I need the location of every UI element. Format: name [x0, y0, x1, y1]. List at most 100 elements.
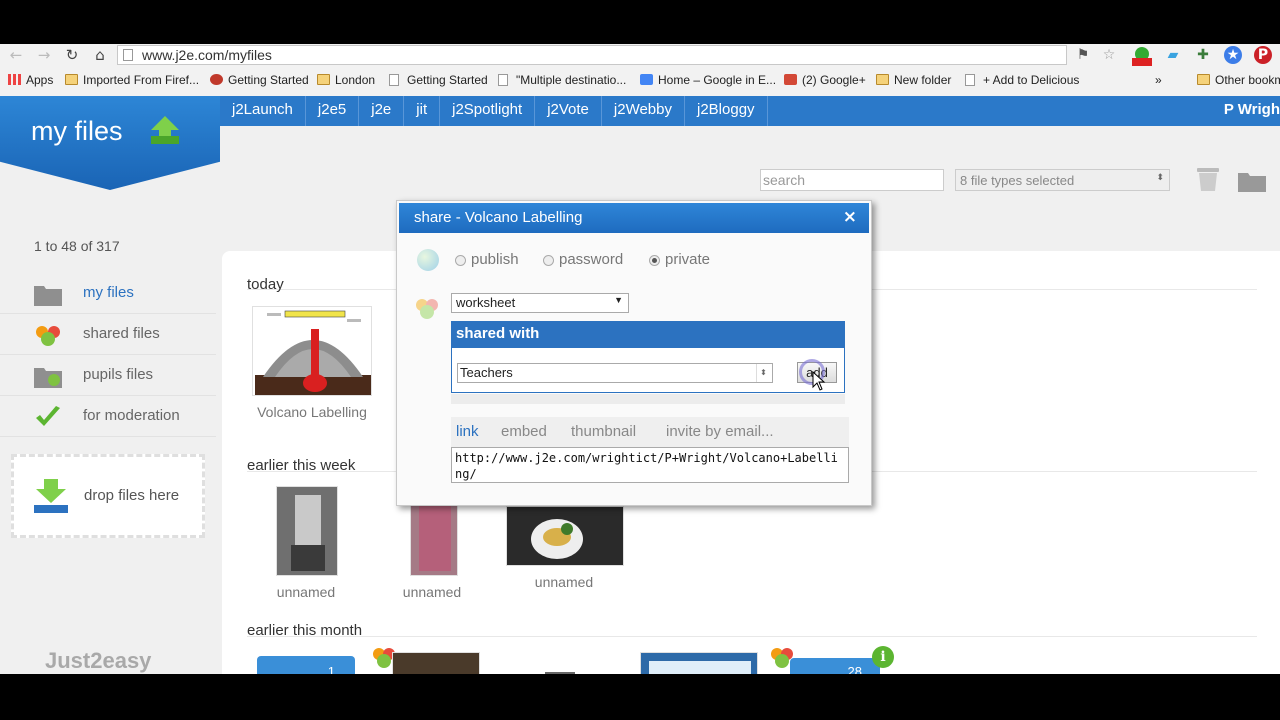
- my-files-banner[interactable]: my files: [0, 96, 220, 190]
- label-private[interactable]: private: [665, 251, 710, 268]
- star-icon[interactable]: ☆: [1100, 46, 1118, 64]
- bookmark-getting-started[interactable]: Getting Started: [210, 72, 309, 88]
- mouse-cursor-icon: [812, 371, 826, 391]
- flag-icon[interactable]: ⚑: [1074, 46, 1092, 64]
- bookmark-delicious[interactable]: + Add to Delicious: [965, 72, 1079, 88]
- url-text: www.j2e.com/myfiles: [142, 47, 272, 63]
- folder-thumbnail-1[interactable]: 1: [257, 656, 355, 674]
- apps-icon: [8, 74, 21, 85]
- star-circle-icon[interactable]: ★: [1224, 46, 1242, 64]
- search-input[interactable]: search: [760, 169, 944, 191]
- bookmark-london[interactable]: London: [317, 72, 375, 88]
- j2e-page: j2Launch j2e5 j2e jit j2Spotlight j2Vote…: [0, 96, 1280, 674]
- radio-password[interactable]: [543, 255, 554, 266]
- file-name-unnamed-3[interactable]: unnamed: [524, 574, 604, 590]
- bookmark-multiple-destinations[interactable]: "Multiple destinatio...: [498, 72, 626, 88]
- sidebar-item-shared-files[interactable]: shared files: [0, 315, 216, 355]
- group-icon: [416, 299, 438, 319]
- forward-icon[interactable]: →: [34, 45, 54, 65]
- volcano-thumbnail[interactable]: [252, 306, 372, 396]
- blender-thumbnail[interactable]: [276, 486, 338, 576]
- sidebar-item-my-files[interactable]: my files: [0, 274, 216, 314]
- folder-count-1: 1: [327, 664, 335, 674]
- label-password[interactable]: password: [559, 251, 623, 268]
- bookmark-google-plus[interactable]: (2) Google+: [784, 72, 866, 88]
- share-tabs: link embed thumbnail invite by email...: [451, 417, 849, 447]
- address-bar[interactable]: www.j2e.com/myfiles: [117, 45, 1067, 65]
- shared-with-header: shared with: [452, 322, 844, 348]
- bookmark-imported[interactable]: Imported From Firef...: [65, 72, 199, 88]
- label-publish[interactable]: publish: [471, 251, 519, 268]
- radio-private[interactable]: [649, 255, 660, 266]
- bookmark-google[interactable]: Home – Google in E...: [640, 72, 776, 88]
- nav-j2bloggy[interactable]: j2Bloggy: [685, 96, 768, 126]
- close-icon[interactable]: ×: [843, 207, 857, 227]
- sidebar-item-for-moderation[interactable]: for moderation: [0, 397, 216, 437]
- bookmark-other[interactable]: Other bookm: [1197, 72, 1280, 88]
- volcano-image: [253, 307, 371, 395]
- screenshot-thumbnail[interactable]: [640, 652, 758, 674]
- folder-icon: [1197, 74, 1210, 85]
- divider: [247, 636, 1257, 637]
- bookmark-new-folder[interactable]: New folder: [876, 72, 951, 88]
- bookmark-getting-started-2[interactable]: Getting Started: [389, 72, 488, 88]
- file-name-unnamed-2[interactable]: unnamed: [392, 584, 472, 600]
- browser-toolbar: ← → ↻ ⌂ www.j2e.com/myfiles ⚑ ☆ ▰ ✚ ★ P: [0, 44, 1280, 66]
- folder-icon: [317, 74, 330, 85]
- ladybird-icon: [210, 74, 223, 85]
- tab-link[interactable]: link: [456, 423, 479, 440]
- nav-jit[interactable]: jit: [404, 96, 441, 126]
- file-name-volcano[interactable]: Volcano Labelling: [252, 404, 372, 420]
- user-name[interactable]: P Wrigh: [1224, 96, 1280, 124]
- nav-j2vote[interactable]: j2Vote: [535, 96, 602, 126]
- screenshot-content: [649, 661, 751, 674]
- nav-j2spotlight[interactable]: j2Spotlight: [440, 96, 536, 126]
- trash-icon[interactable]: [1196, 166, 1220, 192]
- smoothie-thumbnail[interactable]: [410, 496, 458, 576]
- puzzle-icon[interactable]: ✚: [1194, 46, 1212, 64]
- nav-j2webby[interactable]: j2Webby: [602, 96, 685, 126]
- file-type-value: 8 file types selected: [960, 173, 1075, 188]
- file-type-select[interactable]: 8 file types selected ⬍: [955, 169, 1170, 191]
- bookmark-apps[interactable]: Apps: [8, 72, 53, 88]
- checkmark-icon: [36, 406, 60, 426]
- page-title: my files: [31, 116, 123, 146]
- group-select[interactable]: Teachers ⬍: [457, 363, 773, 383]
- nav-j2launch[interactable]: j2Launch: [220, 96, 306, 126]
- file-type-dropdown-value: worksheet: [456, 295, 516, 310]
- plate-thumbnail[interactable]: [506, 506, 624, 566]
- nav-j2e5[interactable]: j2e5: [306, 96, 360, 126]
- pinterest-icon[interactable]: P: [1254, 46, 1272, 64]
- radio-publish[interactable]: [455, 255, 466, 266]
- select-arrow-icon: ⬍: [1156, 172, 1164, 182]
- small-thumbnail[interactable]: [545, 672, 575, 674]
- sidebar-item-pupils-files[interactable]: pupils files: [0, 356, 216, 396]
- chat-icon[interactable]: ▰: [1164, 46, 1182, 64]
- photo-thumbnail[interactable]: [392, 652, 480, 674]
- new-folder-icon[interactable]: [1238, 170, 1266, 192]
- google-plus-icon: [784, 74, 797, 85]
- tab-thumbnail[interactable]: thumbnail: [571, 423, 636, 440]
- just2easy-logo: Just2easy: [45, 648, 152, 673]
- nav-j2e[interactable]: j2e: [359, 96, 405, 126]
- group-select-value: Teachers: [460, 365, 513, 380]
- reload-icon[interactable]: ↻: [62, 45, 82, 65]
- drop-zone[interactable]: drop files here: [11, 454, 205, 538]
- back-icon[interactable]: ←: [6, 45, 26, 65]
- share-link-textarea[interactable]: http://www.j2e.com/wrightict/P+Wright/Vo…: [451, 447, 849, 483]
- tab-invite-by-email[interactable]: invite by email...: [666, 423, 774, 440]
- file-type-dropdown[interactable]: worksheet ▼: [451, 293, 629, 313]
- smoothie-image: [411, 497, 457, 575]
- folder-icon: [34, 286, 62, 306]
- folder-thumbnail-2[interactable]: 28: [790, 658, 880, 674]
- people-icon: [36, 326, 60, 346]
- info-icon[interactable]: i: [872, 646, 894, 668]
- new-extension-icon[interactable]: [1130, 46, 1154, 66]
- page-icon: [123, 49, 133, 61]
- file-name-unnamed-1[interactable]: unnamed: [266, 584, 346, 600]
- drop-files-icon: [34, 479, 68, 513]
- screen: ← → ↻ ⌂ www.j2e.com/myfiles ⚑ ☆ ▰ ✚ ★ P …: [0, 0, 1280, 720]
- home-icon[interactable]: ⌂: [90, 45, 110, 65]
- tab-embed[interactable]: embed: [501, 423, 547, 440]
- bookmarks-overflow[interactable]: »: [1155, 72, 1162, 88]
